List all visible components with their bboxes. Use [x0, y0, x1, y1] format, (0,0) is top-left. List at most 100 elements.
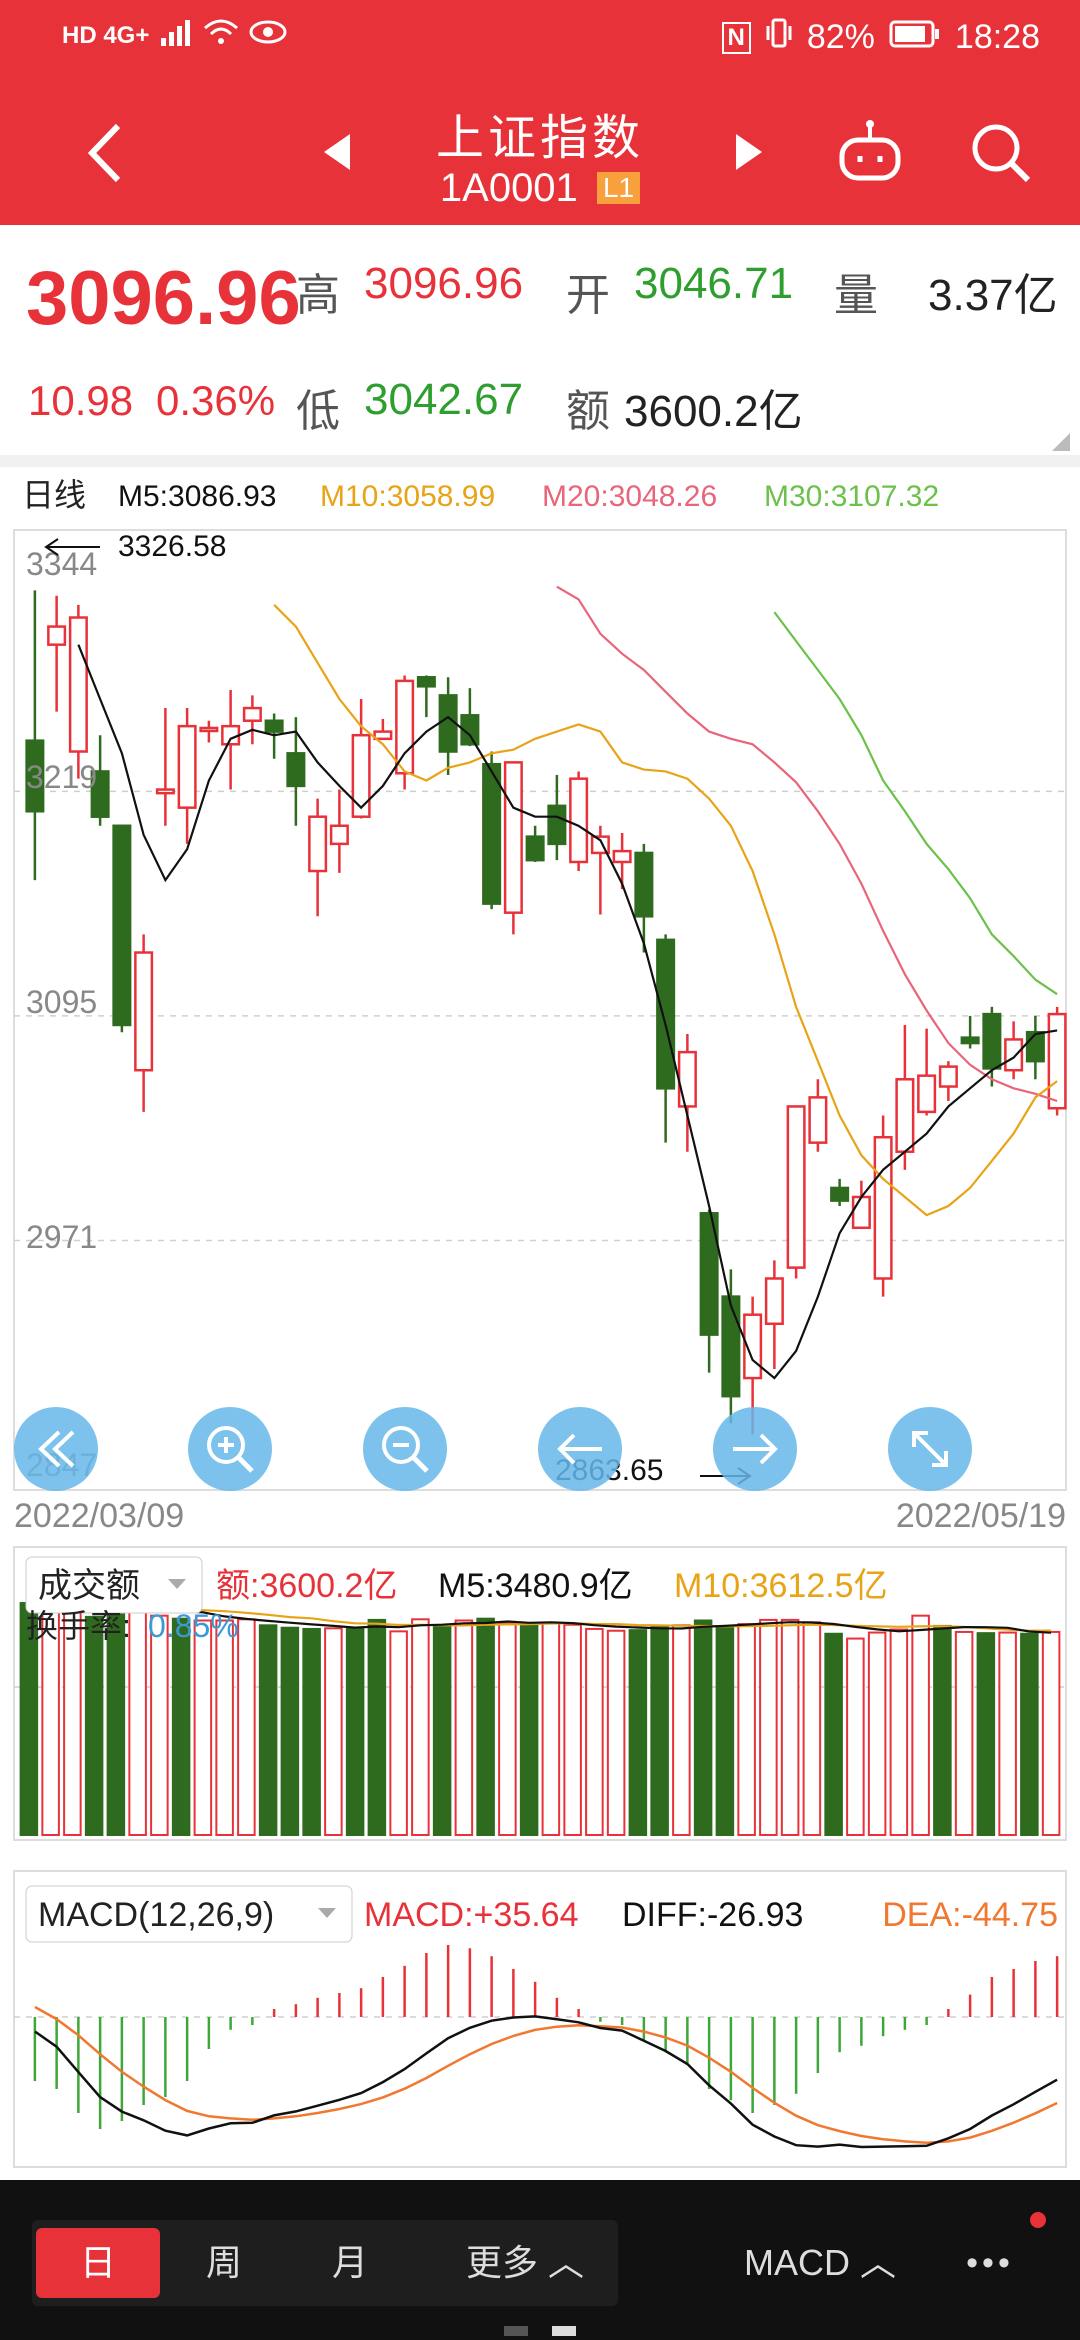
robot-assistant-button[interactable] — [838, 118, 902, 188]
period-label: 日线 — [22, 477, 86, 513]
zoom-in-button[interactable] — [188, 1407, 272, 1491]
volume-bar — [389, 1630, 408, 1837]
status-bar: HD 4G+ N 82% 18:28 — [0, 0, 1080, 80]
candle-body — [395, 679, 415, 775]
network-indicator: HD 4G+ — [62, 21, 150, 49]
open-label: 开 — [566, 271, 610, 320]
search-button[interactable] — [968, 118, 1032, 188]
volume-selector-label: 成交额 — [38, 1567, 140, 1605]
turnover-label: 换手率: — [26, 1608, 131, 1644]
date-end: 2022/05/19 — [896, 1497, 1066, 1535]
candle-body — [851, 1195, 871, 1230]
candle-body — [199, 726, 219, 733]
volume-bar — [585, 1627, 604, 1837]
volume-bar — [715, 1625, 735, 1836]
ma20-legend: M20:3048.26 — [542, 480, 717, 513]
zoom-out-button[interactable] — [363, 1407, 447, 1491]
volume-amount: 额:3600.2亿 — [216, 1567, 397, 1605]
volume-bar — [846, 1637, 865, 1837]
volume-bar — [628, 1629, 648, 1837]
turnover-value: 0.85% — [148, 1608, 239, 1644]
y-tick-3219: 3219 — [26, 759, 97, 795]
volume-bar — [541, 1621, 561, 1836]
volume-bar — [1041, 1630, 1061, 1836]
volume-label: 量 — [834, 271, 878, 320]
y-tick-3095: 3095 — [26, 984, 97, 1020]
low-label: 低 — [296, 387, 340, 436]
dea-value: DEA:-44.75 — [882, 1896, 1058, 1934]
home-indicator — [504, 2326, 528, 2336]
volume-bar — [84, 1615, 104, 1836]
candle-body — [177, 724, 197, 809]
tab-day[interactable]: 日 — [36, 2228, 160, 2298]
candle-body — [482, 762, 502, 905]
candle-body — [569, 777, 589, 864]
open-value: 3046.71 — [634, 259, 794, 308]
volume-bar — [432, 1624, 452, 1836]
page-title: 上证指数 — [435, 112, 644, 165]
next-stock-button[interactable] — [728, 130, 768, 174]
candle-body — [634, 851, 654, 918]
diff-value: DIFF:-26.93 — [622, 1896, 803, 1934]
eye-icon — [249, 19, 287, 52]
volume-value: 3.37亿 — [928, 271, 1058, 320]
ma20-line — [556, 585, 1058, 1103]
volume-bar — [672, 1624, 691, 1836]
vibrate-icon — [765, 18, 793, 57]
volume-m5: M5:3480.9亿 — [438, 1567, 633, 1605]
kline-frame — [13, 529, 1067, 1491]
bottom-toolbar: 日 周 月 更多 ︿ MACD ︿ ••• — [0, 2180, 1080, 2340]
price-change-percent: 0.36% — [156, 377, 276, 424]
scroll-left-button[interactable] — [538, 1407, 622, 1491]
nfc-icon: N — [721, 21, 751, 54]
volume-bar — [954, 1630, 974, 1836]
candle-body — [47, 625, 67, 646]
indicator-selector[interactable]: MACD ︿ — [720, 2228, 920, 2298]
volume-bar — [650, 1626, 669, 1836]
candle-body — [438, 694, 458, 753]
expand-corner-icon[interactable] — [1052, 433, 1070, 451]
tab-more[interactable]: 更多 ︿ — [440, 2228, 610, 2298]
zoom-out-icon — [382, 1426, 429, 1473]
candles — [25, 590, 1067, 1435]
triangle-right-icon — [736, 134, 762, 170]
ma10-legend: M10:3058.99 — [320, 480, 495, 513]
candle-body — [873, 1135, 893, 1280]
level-badge: L1 — [596, 172, 641, 204]
candle-body — [547, 804, 567, 846]
price-change: 10.98 — [28, 377, 134, 424]
tab-week[interactable]: 周 — [162, 2228, 286, 2298]
collapse-left-icon — [38, 1430, 75, 1468]
scroll-right-button[interactable] — [713, 1407, 797, 1491]
volume-bar — [867, 1631, 887, 1836]
candle-body — [721, 1295, 741, 1398]
tab-month[interactable]: 月 — [288, 2228, 412, 2298]
volume-bar — [498, 1622, 517, 1836]
volume-bar — [454, 1619, 474, 1837]
kline-chart-svg[interactable]: 日线 M5:3086.93 M10:3058.99 M20:3048.26 M3… — [0, 467, 1080, 2180]
battery-percent: 82% — [806, 18, 875, 56]
chart-area[interactable]: 日线 M5:3086.93 M10:3058.99 M20:3048.26 M3… — [0, 467, 1080, 2180]
candle-body — [525, 835, 545, 862]
candle-body — [1047, 1012, 1067, 1110]
signal-icon — [159, 18, 193, 53]
candle-body — [786, 1105, 806, 1269]
candle-body — [416, 676, 436, 688]
more-menu-button[interactable]: ••• — [950, 2228, 1030, 2298]
notification-dot — [1030, 2212, 1046, 2228]
collapse-left-button[interactable] — [14, 1407, 98, 1491]
battery-icon — [889, 18, 941, 57]
volume-bar — [302, 1627, 321, 1837]
candle-body — [808, 1096, 828, 1144]
volume-bar — [563, 1623, 582, 1836]
fullscreen-button[interactable] — [888, 1407, 972, 1491]
candle-body — [656, 938, 676, 1090]
clock: 18:28 — [954, 18, 1040, 56]
candle-body — [982, 1012, 1002, 1070]
status-left: HD 4G+ — [62, 18, 287, 53]
volume-bar — [780, 1618, 800, 1837]
volume-bar — [802, 1621, 822, 1836]
candle-body — [1025, 1030, 1045, 1063]
robot-icon — [839, 120, 901, 181]
wifi-icon — [203, 18, 239, 53]
